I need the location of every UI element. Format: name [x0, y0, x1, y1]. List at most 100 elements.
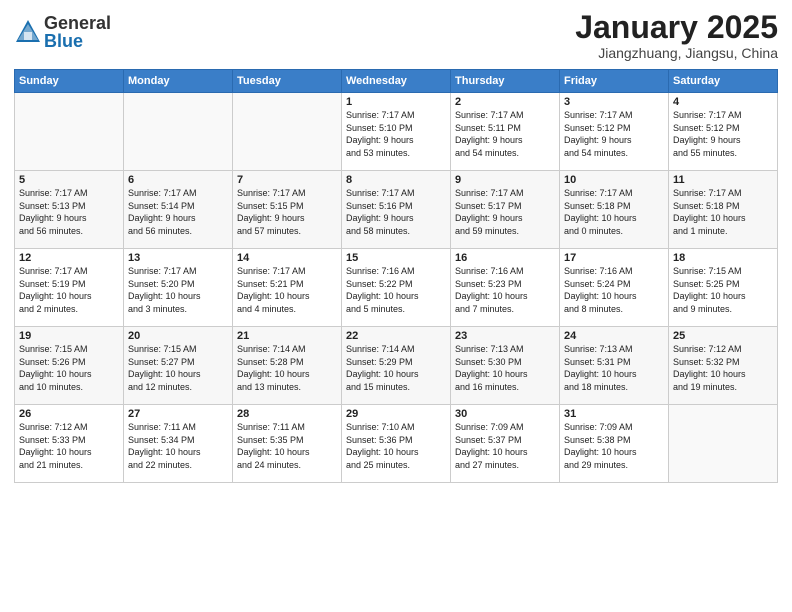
day-info: Sunrise: 7:15 AM Sunset: 5:26 PM Dayligh… [19, 343, 119, 393]
day-number: 31 [564, 408, 664, 420]
day-info: Sunrise: 7:17 AM Sunset: 5:14 PM Dayligh… [128, 187, 228, 237]
calendar-table: Sunday Monday Tuesday Wednesday Thursday… [14, 69, 778, 483]
month-title: January 2025 [575, 10, 778, 45]
calendar-week-4: 19Sunrise: 7:15 AM Sunset: 5:26 PM Dayli… [15, 327, 778, 405]
calendar-cell: 22Sunrise: 7:14 AM Sunset: 5:29 PM Dayli… [342, 327, 451, 405]
calendar-cell [233, 93, 342, 171]
day-number: 11 [673, 174, 773, 186]
col-friday: Friday [560, 70, 669, 93]
day-info: Sunrise: 7:17 AM Sunset: 5:11 PM Dayligh… [455, 109, 555, 159]
day-info: Sunrise: 7:15 AM Sunset: 5:25 PM Dayligh… [673, 265, 773, 315]
logo-text: General Blue [44, 14, 111, 50]
day-number: 22 [346, 330, 446, 342]
day-info: Sunrise: 7:17 AM Sunset: 5:10 PM Dayligh… [346, 109, 446, 159]
calendar-cell: 28Sunrise: 7:11 AM Sunset: 5:35 PM Dayli… [233, 405, 342, 483]
calendar-cell: 31Sunrise: 7:09 AM Sunset: 5:38 PM Dayli… [560, 405, 669, 483]
day-number: 17 [564, 252, 664, 264]
logo: General Blue [14, 14, 111, 50]
day-info: Sunrise: 7:15 AM Sunset: 5:27 PM Dayligh… [128, 343, 228, 393]
day-number: 16 [455, 252, 555, 264]
header-row: Sunday Monday Tuesday Wednesday Thursday… [15, 70, 778, 93]
day-info: Sunrise: 7:12 AM Sunset: 5:33 PM Dayligh… [19, 421, 119, 471]
day-info: Sunrise: 7:17 AM Sunset: 5:19 PM Dayligh… [19, 265, 119, 315]
day-info: Sunrise: 7:11 AM Sunset: 5:34 PM Dayligh… [128, 421, 228, 471]
day-number: 21 [237, 330, 337, 342]
calendar-cell: 25Sunrise: 7:12 AM Sunset: 5:32 PM Dayli… [669, 327, 778, 405]
day-info: Sunrise: 7:12 AM Sunset: 5:32 PM Dayligh… [673, 343, 773, 393]
day-info: Sunrise: 7:17 AM Sunset: 5:18 PM Dayligh… [564, 187, 664, 237]
calendar-cell: 17Sunrise: 7:16 AM Sunset: 5:24 PM Dayli… [560, 249, 669, 327]
calendar-cell [15, 93, 124, 171]
day-number: 20 [128, 330, 228, 342]
calendar-cell: 7Sunrise: 7:17 AM Sunset: 5:15 PM Daylig… [233, 171, 342, 249]
calendar-cell: 15Sunrise: 7:16 AM Sunset: 5:22 PM Dayli… [342, 249, 451, 327]
day-info: Sunrise: 7:17 AM Sunset: 5:15 PM Dayligh… [237, 187, 337, 237]
calendar-week-5: 26Sunrise: 7:12 AM Sunset: 5:33 PM Dayli… [15, 405, 778, 483]
calendar-week-1: 1Sunrise: 7:17 AM Sunset: 5:10 PM Daylig… [15, 93, 778, 171]
day-number: 30 [455, 408, 555, 420]
day-number: 27 [128, 408, 228, 420]
day-number: 4 [673, 96, 773, 108]
day-number: 26 [19, 408, 119, 420]
calendar-cell: 21Sunrise: 7:14 AM Sunset: 5:28 PM Dayli… [233, 327, 342, 405]
day-number: 10 [564, 174, 664, 186]
day-info: Sunrise: 7:17 AM Sunset: 5:21 PM Dayligh… [237, 265, 337, 315]
calendar-cell: 1Sunrise: 7:17 AM Sunset: 5:10 PM Daylig… [342, 93, 451, 171]
day-number: 13 [128, 252, 228, 264]
day-info: Sunrise: 7:16 AM Sunset: 5:24 PM Dayligh… [564, 265, 664, 315]
calendar-cell: 24Sunrise: 7:13 AM Sunset: 5:31 PM Dayli… [560, 327, 669, 405]
calendar-cell: 5Sunrise: 7:17 AM Sunset: 5:13 PM Daylig… [15, 171, 124, 249]
day-info: Sunrise: 7:09 AM Sunset: 5:37 PM Dayligh… [455, 421, 555, 471]
day-info: Sunrise: 7:16 AM Sunset: 5:23 PM Dayligh… [455, 265, 555, 315]
day-info: Sunrise: 7:09 AM Sunset: 5:38 PM Dayligh… [564, 421, 664, 471]
calendar-cell: 3Sunrise: 7:17 AM Sunset: 5:12 PM Daylig… [560, 93, 669, 171]
day-info: Sunrise: 7:14 AM Sunset: 5:28 PM Dayligh… [237, 343, 337, 393]
calendar-cell: 13Sunrise: 7:17 AM Sunset: 5:20 PM Dayli… [124, 249, 233, 327]
day-info: Sunrise: 7:17 AM Sunset: 5:18 PM Dayligh… [673, 187, 773, 237]
calendar-cell: 30Sunrise: 7:09 AM Sunset: 5:37 PM Dayli… [451, 405, 560, 483]
day-info: Sunrise: 7:13 AM Sunset: 5:31 PM Dayligh… [564, 343, 664, 393]
calendar-cell: 12Sunrise: 7:17 AM Sunset: 5:19 PM Dayli… [15, 249, 124, 327]
col-saturday: Saturday [669, 70, 778, 93]
calendar-cell: 18Sunrise: 7:15 AM Sunset: 5:25 PM Dayli… [669, 249, 778, 327]
day-number: 14 [237, 252, 337, 264]
day-info: Sunrise: 7:17 AM Sunset: 5:16 PM Dayligh… [346, 187, 446, 237]
calendar-cell: 11Sunrise: 7:17 AM Sunset: 5:18 PM Dayli… [669, 171, 778, 249]
day-number: 19 [19, 330, 119, 342]
day-info: Sunrise: 7:11 AM Sunset: 5:35 PM Dayligh… [237, 421, 337, 471]
calendar-week-2: 5Sunrise: 7:17 AM Sunset: 5:13 PM Daylig… [15, 171, 778, 249]
day-number: 1 [346, 96, 446, 108]
day-number: 7 [237, 174, 337, 186]
title-block: January 2025 Jiangzhuang, Jiangsu, China [575, 10, 778, 61]
day-number: 9 [455, 174, 555, 186]
calendar-cell: 10Sunrise: 7:17 AM Sunset: 5:18 PM Dayli… [560, 171, 669, 249]
calendar-cell: 6Sunrise: 7:17 AM Sunset: 5:14 PM Daylig… [124, 171, 233, 249]
col-wednesday: Wednesday [342, 70, 451, 93]
logo-blue-text: Blue [44, 32, 111, 50]
day-info: Sunrise: 7:17 AM Sunset: 5:20 PM Dayligh… [128, 265, 228, 315]
day-number: 29 [346, 408, 446, 420]
day-number: 3 [564, 96, 664, 108]
logo-general-text: General [44, 14, 111, 32]
day-number: 18 [673, 252, 773, 264]
calendar-cell: 27Sunrise: 7:11 AM Sunset: 5:34 PM Dayli… [124, 405, 233, 483]
calendar-cell: 14Sunrise: 7:17 AM Sunset: 5:21 PM Dayli… [233, 249, 342, 327]
calendar-cell: 4Sunrise: 7:17 AM Sunset: 5:12 PM Daylig… [669, 93, 778, 171]
calendar-cell: 8Sunrise: 7:17 AM Sunset: 5:16 PM Daylig… [342, 171, 451, 249]
day-number: 23 [455, 330, 555, 342]
day-number: 5 [19, 174, 119, 186]
col-tuesday: Tuesday [233, 70, 342, 93]
calendar-cell: 9Sunrise: 7:17 AM Sunset: 5:17 PM Daylig… [451, 171, 560, 249]
day-info: Sunrise: 7:14 AM Sunset: 5:29 PM Dayligh… [346, 343, 446, 393]
day-info: Sunrise: 7:16 AM Sunset: 5:22 PM Dayligh… [346, 265, 446, 315]
location-title: Jiangzhuang, Jiangsu, China [575, 45, 778, 61]
day-number: 15 [346, 252, 446, 264]
calendar-cell: 2Sunrise: 7:17 AM Sunset: 5:11 PM Daylig… [451, 93, 560, 171]
calendar-cell: 29Sunrise: 7:10 AM Sunset: 5:36 PM Dayli… [342, 405, 451, 483]
calendar-cell: 16Sunrise: 7:16 AM Sunset: 5:23 PM Dayli… [451, 249, 560, 327]
calendar-cell: 23Sunrise: 7:13 AM Sunset: 5:30 PM Dayli… [451, 327, 560, 405]
day-number: 24 [564, 330, 664, 342]
day-number: 28 [237, 408, 337, 420]
day-number: 25 [673, 330, 773, 342]
day-info: Sunrise: 7:17 AM Sunset: 5:12 PM Dayligh… [673, 109, 773, 159]
